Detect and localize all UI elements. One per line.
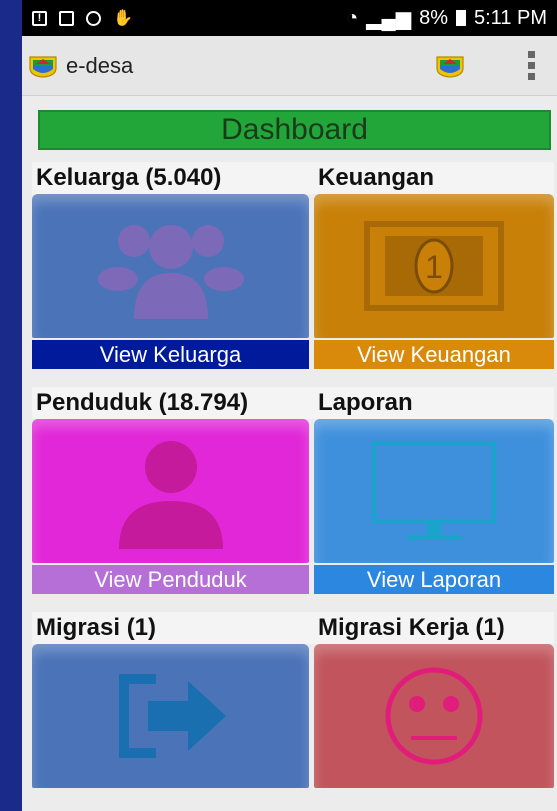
clock: 5:11 PM: [474, 6, 547, 29]
wifi-icon: ◔: [346, 6, 359, 29]
overflow-menu-icon[interactable]: [511, 51, 551, 80]
monitor-icon: [372, 441, 496, 540]
view-keuangan-button[interactable]: View Keuangan: [314, 340, 554, 369]
svg-text:1: 1: [425, 249, 443, 285]
signal-icon: ▂▄▆: [366, 7, 412, 30]
notification-icon: !: [32, 10, 47, 26]
village-emblem-icon: [435, 54, 465, 78]
laporan-card: Laporan View Laporan: [314, 387, 554, 594]
tile-grid: Keluarga (5.040) View Keluarga Keuangan: [32, 162, 557, 788]
banknote-icon: 1: [364, 221, 504, 311]
exit-arrow-icon: [118, 674, 226, 758]
keluarga-tile[interactable]: [32, 194, 309, 338]
keluarga-title: Keluarga (5.040): [32, 162, 314, 194]
keuangan-tile[interactable]: 1: [314, 194, 554, 338]
dashboard-content: Dashboard Keluarga (5.040) View Keluarga…: [22, 96, 557, 788]
app-title: e-desa: [66, 52, 134, 78]
migrasi-kerja-tile[interactable]: [314, 644, 554, 788]
phone-screen: ! ✋ ◔ ▂▄▆ 8% 5:11 PM e-desa Dashboard Ke…: [22, 0, 557, 811]
image-icon: [59, 10, 74, 26]
migrasi-title: Migrasi (1): [32, 612, 314, 644]
keuangan-card: Keuangan 1 View Keuangan: [314, 162, 554, 369]
laporan-title: Laporan: [314, 387, 554, 419]
app-bar: e-desa: [22, 36, 557, 96]
view-penduduk-button[interactable]: View Penduduk: [32, 565, 309, 594]
battery-icon: [456, 10, 466, 26]
penduduk-tile[interactable]: [32, 419, 309, 563]
keluarga-card: Keluarga (5.040) View Keluarga: [32, 162, 314, 369]
penduduk-title: Penduduk (18.794): [32, 387, 314, 419]
migrasi-card: Migrasi (1): [32, 612, 314, 788]
laporan-tile[interactable]: [314, 419, 554, 563]
battery-level: 8%: [419, 6, 448, 29]
app-logo-icon: [28, 54, 58, 78]
family-group-icon: [97, 225, 244, 319]
hand-icon: ✋: [113, 10, 133, 27]
view-laporan-button[interactable]: View Laporan: [314, 565, 554, 594]
migrasi-kerja-card: Migrasi Kerja (1): [314, 612, 554, 788]
person-icon: [118, 441, 223, 549]
penduduk-card: Penduduk (18.794) View Penduduk: [32, 387, 314, 594]
alarm-icon: [86, 10, 101, 26]
status-bar: ! ✋ ◔ ▂▄▆ 8% 5:11 PM: [22, 0, 557, 36]
dashboard-button[interactable]: Dashboard: [38, 110, 551, 150]
sad-face-icon: [385, 667, 483, 765]
view-keluarga-button[interactable]: View Keluarga: [32, 340, 309, 369]
migrasi-kerja-title: Migrasi Kerja (1): [314, 612, 554, 644]
keuangan-title: Keuangan: [314, 162, 554, 194]
migrasi-tile[interactable]: [32, 644, 309, 788]
